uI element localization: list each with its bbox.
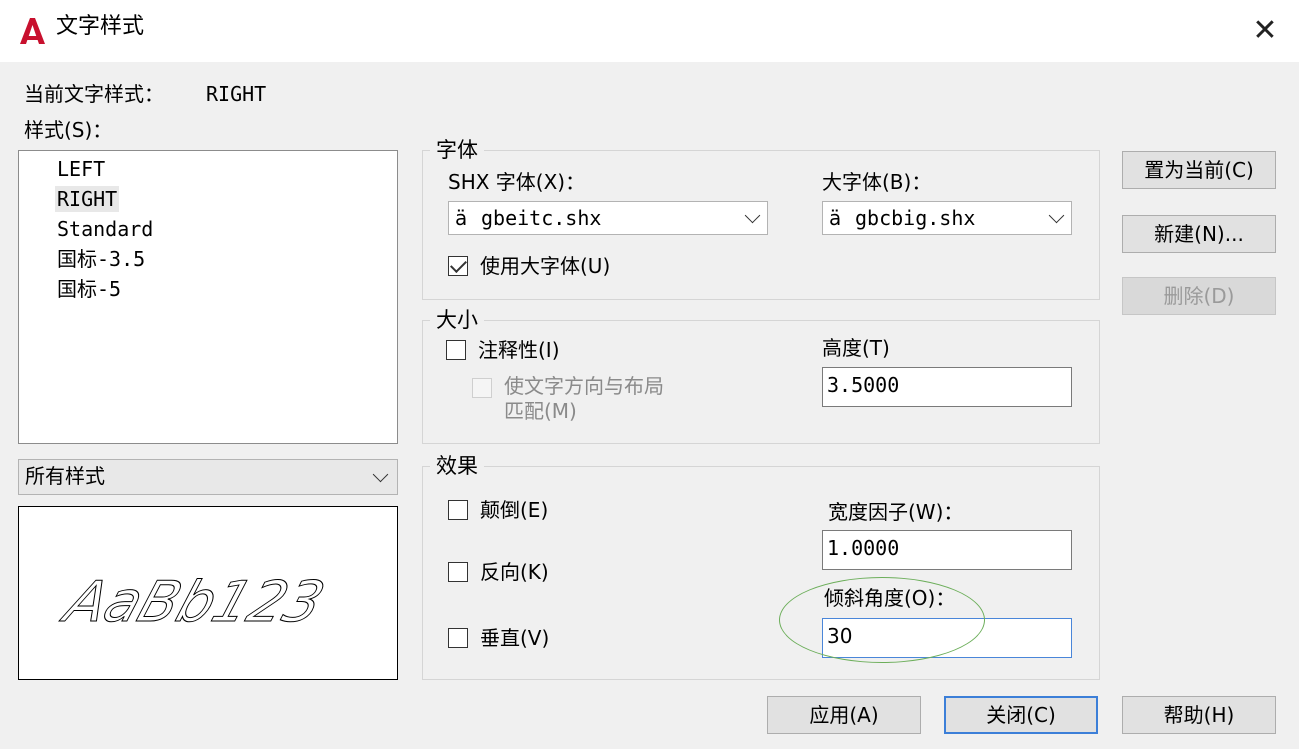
use-big-font-checkbox[interactable] xyxy=(448,256,468,276)
big-font-label: 大字体(B)： xyxy=(822,170,932,194)
list-item[interactable]: 国标-3.5 xyxy=(55,246,147,272)
shx-font-value: gbeitc.shx xyxy=(481,206,602,230)
use-big-font-label: 使用大字体(U) xyxy=(480,254,611,278)
new-style-button[interactable]: 新建(N)... xyxy=(1122,215,1276,253)
delete-style-button[interactable]: 删除(D) xyxy=(1122,277,1276,315)
set-current-button[interactable]: 置为当前(C) xyxy=(1122,151,1276,189)
help-button[interactable]: 帮助(H) xyxy=(1122,696,1276,734)
chevron-down-icon xyxy=(744,207,761,224)
width-factor-label: 宽度因子(W)： xyxy=(828,500,964,524)
preview-text: AaBb123 xyxy=(54,569,332,634)
autocad-logo-icon xyxy=(20,18,45,44)
list-item[interactable]: 国标-5 xyxy=(55,276,123,302)
styles-label: 样式(S)： xyxy=(24,118,113,142)
shx-font-dropdown[interactable]: ä gbeitc.shx xyxy=(448,201,768,235)
list-item[interactable]: Standard xyxy=(55,216,155,242)
styles-listbox[interactable]: LEFT RIGHT Standard 国标-3.5 国标-5 xyxy=(18,150,398,444)
preview-canvas: AaBb123 xyxy=(53,569,332,635)
vertical-label: 垂直(V) xyxy=(480,626,550,650)
height-value: 3.5000 xyxy=(827,373,900,397)
backwards-checkbox[interactable] xyxy=(448,562,468,582)
upside-down-label: 颠倒(E) xyxy=(480,498,549,522)
chevron-down-icon xyxy=(372,466,389,483)
style-preview: AaBb123 xyxy=(18,506,398,680)
apply-button[interactable]: 应用(A) xyxy=(767,696,921,734)
current-style-label: 当前文字样式： xyxy=(24,82,164,106)
current-style-value: RIGHT xyxy=(206,82,267,106)
vertical-checkbox[interactable] xyxy=(448,628,468,648)
close-button[interactable]: 关闭(C) xyxy=(944,696,1098,734)
effects-group-legend: 效果 xyxy=(430,456,484,477)
highlight-ellipse xyxy=(779,577,985,663)
list-item[interactable]: LEFT xyxy=(55,156,107,182)
big-font-value: gbcbig.shx xyxy=(855,206,976,230)
shx-font-icon: ä xyxy=(455,206,468,230)
match-orientation-checkbox[interactable] xyxy=(472,378,492,398)
match-orientation-label-2: 匹配(M) xyxy=(504,399,577,423)
size-group-legend: 大小 xyxy=(430,310,484,331)
title-bar: 文字样式 ✕ xyxy=(0,0,1299,62)
annotative-label: 注释性(I) xyxy=(478,338,560,362)
chevron-down-icon xyxy=(1048,207,1065,224)
big-font-icon: ä xyxy=(829,206,842,230)
upside-down-checkbox[interactable] xyxy=(448,500,468,520)
style-filter-dropdown[interactable]: 所有样式 xyxy=(18,459,398,495)
height-input[interactable]: 3.5000 xyxy=(822,367,1072,407)
backwards-label: 反向(K) xyxy=(480,560,549,584)
close-window-button[interactable]: ✕ xyxy=(1248,14,1282,48)
font-group-legend: 字体 xyxy=(430,140,484,161)
width-factor-input[interactable]: 1.0000 xyxy=(822,530,1072,570)
big-font-dropdown[interactable]: ä gbcbig.shx xyxy=(822,201,1072,235)
style-filter-value: 所有样式 xyxy=(25,464,105,488)
list-item-selected[interactable]: RIGHT xyxy=(55,186,120,212)
width-factor-value: 1.0000 xyxy=(827,536,900,560)
annotative-checkbox[interactable] xyxy=(446,340,466,360)
window-title: 文字样式 xyxy=(56,14,145,39)
height-label: 高度(T) xyxy=(822,336,890,360)
shx-font-label: SHX 字体(X)： xyxy=(448,170,586,194)
match-orientation-label: 使文字方向与布局 xyxy=(504,374,664,398)
checkmark-icon xyxy=(450,256,467,273)
